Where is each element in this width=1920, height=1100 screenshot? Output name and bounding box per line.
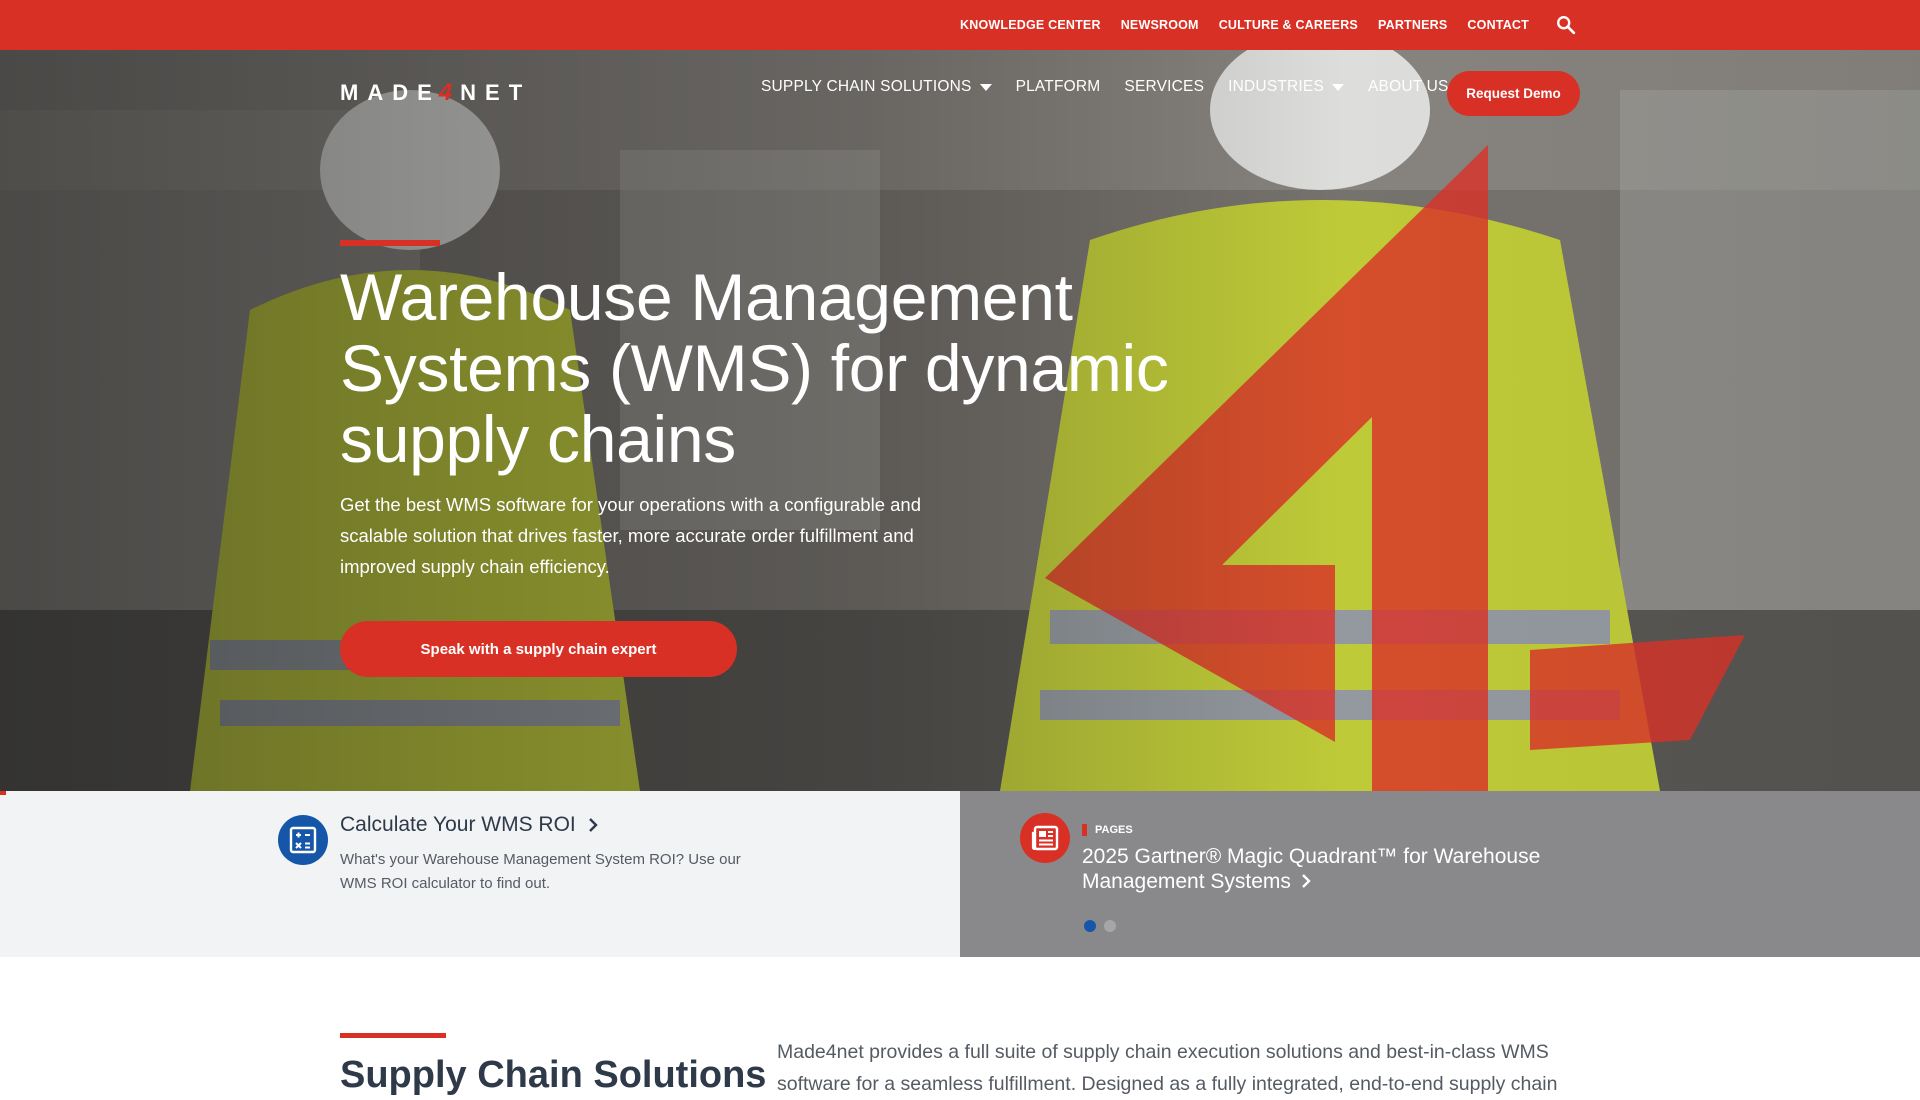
- nav-platform[interactable]: PLATFORM: [1016, 78, 1101, 96]
- logo-text-left: MADE: [340, 80, 441, 105]
- tag-label: PAGES: [1095, 824, 1133, 836]
- carousel-dot-1[interactable]: [1084, 920, 1096, 932]
- utility-link-partners[interactable]: PARTNERS: [1378, 18, 1447, 32]
- nav-supply-chain-solutions[interactable]: SUPPLY CHAIN SOLUTIONS: [761, 78, 992, 96]
- chevron-right-icon: [1301, 874, 1311, 888]
- section-accent-line: [340, 1033, 446, 1038]
- gartner-title: 2025 Gartner® Magic Quadrant™ for Wareho…: [1082, 845, 1541, 893]
- roi-card-title: Calculate Your WMS ROI: [340, 813, 576, 836]
- made4net-logo[interactable]: MADE 4 NET: [340, 79, 531, 107]
- utility-link-contact[interactable]: CONTACT: [1467, 18, 1529, 32]
- hero-accent-line: [340, 240, 440, 246]
- category-tag: PAGES: [1082, 824, 1133, 836]
- nav-label: INDUSTRIES: [1228, 78, 1325, 95]
- request-demo-button[interactable]: Request Demo: [1447, 71, 1580, 116]
- nav-industries[interactable]: INDUSTRIES: [1228, 78, 1345, 96]
- main-nav: SUPPLY CHAIN SOLUTIONS PLATFORM SERVICES…: [761, 78, 1473, 96]
- nav-about-us[interactable]: ABOUT US: [1368, 78, 1449, 96]
- card-accent-mark: [0, 791, 6, 795]
- nav-label: SUPPLY CHAIN SOLUTIONS: [761, 78, 972, 95]
- utility-link-culture-careers[interactable]: CULTURE & CAREERS: [1219, 18, 1358, 32]
- tag-accent: [1082, 824, 1087, 836]
- speak-with-expert-button[interactable]: Speak with a supply chain expert: [340, 621, 737, 677]
- carousel-dot-2[interactable]: [1104, 920, 1116, 932]
- utility-bar: KNOWLEDGE CENTER NEWSROOM CULTURE & CARE…: [0, 0, 1920, 50]
- utility-links: KNOWLEDGE CENTER NEWSROOM CULTURE & CARE…: [960, 0, 1529, 50]
- roi-card-text: What's your Warehouse Management System …: [340, 851, 741, 892]
- search-icon[interactable]: [1555, 14, 1577, 36]
- carousel-dots: [1084, 920, 1116, 932]
- section-intro-text: Made4net provides a full suite of supply…: [777, 1041, 1558, 1095]
- chevron-down-icon: [979, 83, 992, 91]
- calculator-icon: [278, 815, 328, 865]
- chevron-right-icon: [588, 818, 598, 832]
- hero-title: Warehouse Management Systems (WMS) for d…: [340, 260, 1169, 476]
- logo-text-right: NET: [460, 80, 532, 105]
- roi-card-link[interactable]: Calculate Your WMS ROI: [340, 813, 598, 837]
- nav-label: ABOUT US: [1368, 78, 1449, 95]
- logo-four-mark: 4: [438, 79, 453, 106]
- utility-link-knowledge-center[interactable]: KNOWLEDGE CENTER: [960, 18, 1101, 32]
- nav-services[interactable]: SERVICES: [1124, 78, 1204, 96]
- nav-label: PLATFORM: [1015, 78, 1101, 95]
- utility-link-newsroom[interactable]: NEWSROOM: [1121, 18, 1199, 32]
- nav-label: SERVICES: [1124, 78, 1205, 95]
- newspaper-icon: [1020, 813, 1070, 863]
- hero-subtitle: Get the best WMS software for your opera…: [340, 494, 921, 577]
- section-title: Supply Chain Solutions: [340, 1054, 767, 1096]
- chevron-down-icon: [1332, 83, 1345, 91]
- gartner-link[interactable]: 2025 Gartner® Magic Quadrant™ for Wareho…: [1082, 844, 1602, 894]
